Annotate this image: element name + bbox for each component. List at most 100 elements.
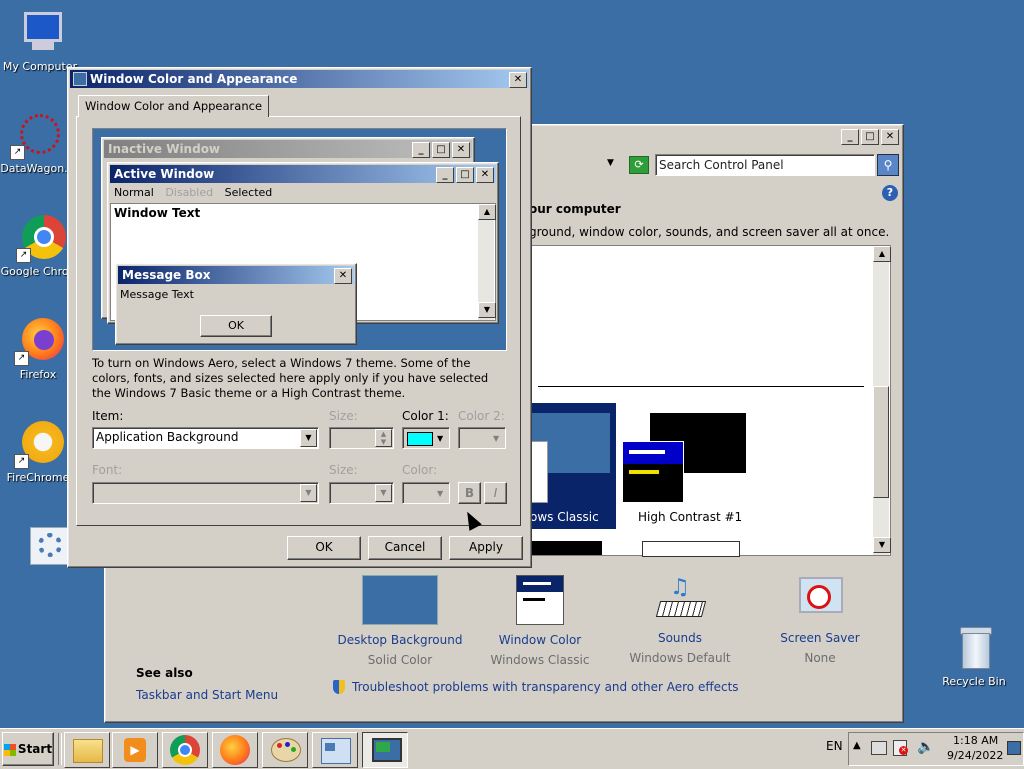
theme-next-row-2: [642, 541, 740, 557]
page-description: ground, window color, sounds, and screen…: [529, 225, 890, 239]
chevron-down-icon: ▼: [437, 434, 444, 443]
network-icon[interactable]: [871, 741, 887, 755]
item-select-value: Application Background: [96, 430, 239, 444]
scroll-down-arrow: ▼: [478, 302, 496, 318]
size-stepper[interactable]: ▲ ▼: [329, 427, 394, 449]
taskbar-window-color-active[interactable]: [362, 732, 408, 768]
aero-info-text: To turn on Windows Aero, select a Window…: [92, 356, 489, 400]
ok-button[interactable]: OK: [287, 536, 361, 560]
show-desktop-icon[interactable]: [1007, 741, 1021, 755]
windows-logo-icon: [3, 743, 16, 756]
minimize-icon: _: [436, 167, 454, 183]
color2-picker[interactable]: ▼: [458, 427, 506, 449]
menu-normal: Normal: [114, 186, 154, 199]
window-controls: ✕: [509, 72, 527, 88]
size-label: Size:: [329, 409, 358, 423]
cancel-button[interactable]: Cancel: [368, 536, 442, 560]
chevron-down-icon[interactable]: ▼: [300, 429, 317, 447]
theme-list-scrollbar[interactable]: ▲ ▼: [873, 246, 891, 555]
italic-button[interactable]: I: [484, 482, 507, 504]
maximize-button[interactable]: □: [861, 129, 879, 145]
color2-label: Color 2:: [458, 409, 505, 423]
theme-high-contrast-1[interactable]: High Contrast #1: [618, 403, 768, 529]
desktop-background-item[interactable]: Desktop Background Solid Color: [335, 573, 465, 667]
volume-icon[interactable]: 🔈: [917, 739, 934, 755]
scroll-up-arrow[interactable]: ▲: [873, 246, 891, 262]
font-size-select[interactable]: ▼: [329, 482, 394, 504]
preview-active-titlebar: Active Window _ □ ✕: [110, 165, 496, 183]
window-color-item[interactable]: Window Color Windows Classic: [475, 573, 605, 667]
taskbar-control-panel[interactable]: [312, 732, 358, 768]
address-dropdown-arrow[interactable]: ▼: [607, 158, 614, 168]
theme-label: ows Classic: [530, 510, 599, 524]
font-color-picker[interactable]: ▼: [402, 482, 450, 504]
computer-icon: [16, 10, 64, 58]
color1-picker[interactable]: ▼: [402, 427, 450, 449]
desktop-background-sub: Solid Color: [367, 653, 433, 667]
shield-icon: [333, 680, 345, 694]
search-input[interactable]: Search Control Panel: [655, 154, 875, 176]
action-center-alert-icon: ✕: [899, 746, 908, 755]
item-select[interactable]: Application Background ▼: [92, 427, 319, 449]
refresh-icon[interactable]: ⟳: [629, 156, 649, 174]
quicklaunch-separator: [58, 733, 62, 765]
taskbar-firefox[interactable]: [212, 732, 258, 768]
screen-saver-icon: [797, 575, 843, 623]
shortcut-arrow-icon: ↗: [14, 454, 29, 469]
screen-saver-item[interactable]: Screen Saver None: [755, 573, 885, 665]
chevron-up-icon[interactable]: ▲: [853, 740, 861, 751]
taskbar-start-menu-link[interactable]: Taskbar and Start Menu: [136, 688, 278, 702]
scroll-thumb[interactable]: [873, 386, 889, 498]
preview-msgbox-text: Message Text: [120, 288, 194, 301]
start-button[interactable]: Start: [2, 732, 54, 766]
help-icon[interactable]: ?: [882, 185, 898, 201]
shortcut-arrow-icon: ↗: [16, 248, 31, 263]
preview-msgbox-titlebar: Message Box ✕: [118, 266, 354, 284]
gear-icon: [14, 527, 74, 575]
preview-scrollbar: ▲ ▼: [478, 204, 496, 320]
dialog-app-icon: [73, 72, 87, 86]
close-button[interactable]: ✕: [509, 72, 527, 88]
chevron-down-icon[interactable]: ▼: [375, 484, 392, 502]
taskbar-explorer[interactable]: [64, 732, 110, 768]
desktop-icon-recycle-bin[interactable]: Recycle Bin: [934, 625, 1014, 688]
bold-button[interactable]: B: [458, 482, 481, 504]
taskbar-paint[interactable]: [262, 732, 308, 768]
scroll-down-arrow[interactable]: ▼: [873, 537, 891, 553]
search-icon[interactable]: ⚲: [877, 154, 899, 176]
color1-swatch: [407, 432, 433, 446]
start-label: Start: [17, 742, 53, 756]
dialog-title: Window Color and Appearance: [90, 72, 298, 86]
window-color-dialog: Window Color and Appearance ✕ Window Col…: [67, 67, 532, 568]
tab-window-color[interactable]: Window Color and Appearance: [78, 95, 270, 117]
minimize-button[interactable]: _: [841, 129, 859, 145]
screen-saver-sub: None: [804, 651, 836, 665]
menu-disabled: Disabled: [165, 186, 214, 199]
dialog-titlebar[interactable]: Window Color and Appearance ✕: [70, 70, 529, 88]
taskbar-media-player[interactable]: ▶: [112, 732, 158, 768]
desktop-background-title: Desktop Background: [337, 633, 463, 647]
shortcut-arrow-icon: ↗: [10, 145, 25, 160]
window-controls: _ □ ✕: [841, 129, 899, 145]
taskbar-chrome[interactable]: [162, 732, 208, 768]
preview-msgbox-title: Message Box: [122, 268, 211, 282]
stepper-arrows-icon[interactable]: ▲ ▼: [375, 429, 392, 447]
sounds-item[interactable]: ♫ Sounds Windows Default: [615, 573, 745, 665]
appearance-preview: Inactive Window _ □ ✕ Active Window _ □ …: [92, 128, 507, 351]
chevron-down-icon[interactable]: ▼: [300, 484, 317, 502]
theme-list: ows Classic High Contrast #1 ▲ ▼: [529, 245, 891, 557]
desktop-icon-my-computer[interactable]: My Computer: [0, 10, 80, 73]
close-button[interactable]: ✕: [881, 129, 899, 145]
language-indicator[interactable]: EN: [826, 739, 843, 753]
theme-label: High Contrast #1: [638, 510, 743, 524]
troubleshoot-link[interactable]: Troubleshoot problems with transparency …: [352, 680, 739, 694]
firechrome-icon: ↗: [14, 421, 64, 469]
clock-time[interactable]: 1:18 AM: [953, 734, 998, 747]
theme-windows-classic[interactable]: ows Classic: [530, 403, 616, 529]
clock-date[interactable]: 9/24/2022: [947, 749, 1003, 762]
font-select[interactable]: ▼: [92, 482, 319, 504]
apply-button[interactable]: Apply: [449, 536, 523, 560]
page-heading: our computer: [529, 202, 621, 216]
desktop-icon-datawagon[interactable]: ↗ DataWagon.: [0, 112, 74, 175]
maximize-icon: □: [432, 142, 450, 158]
